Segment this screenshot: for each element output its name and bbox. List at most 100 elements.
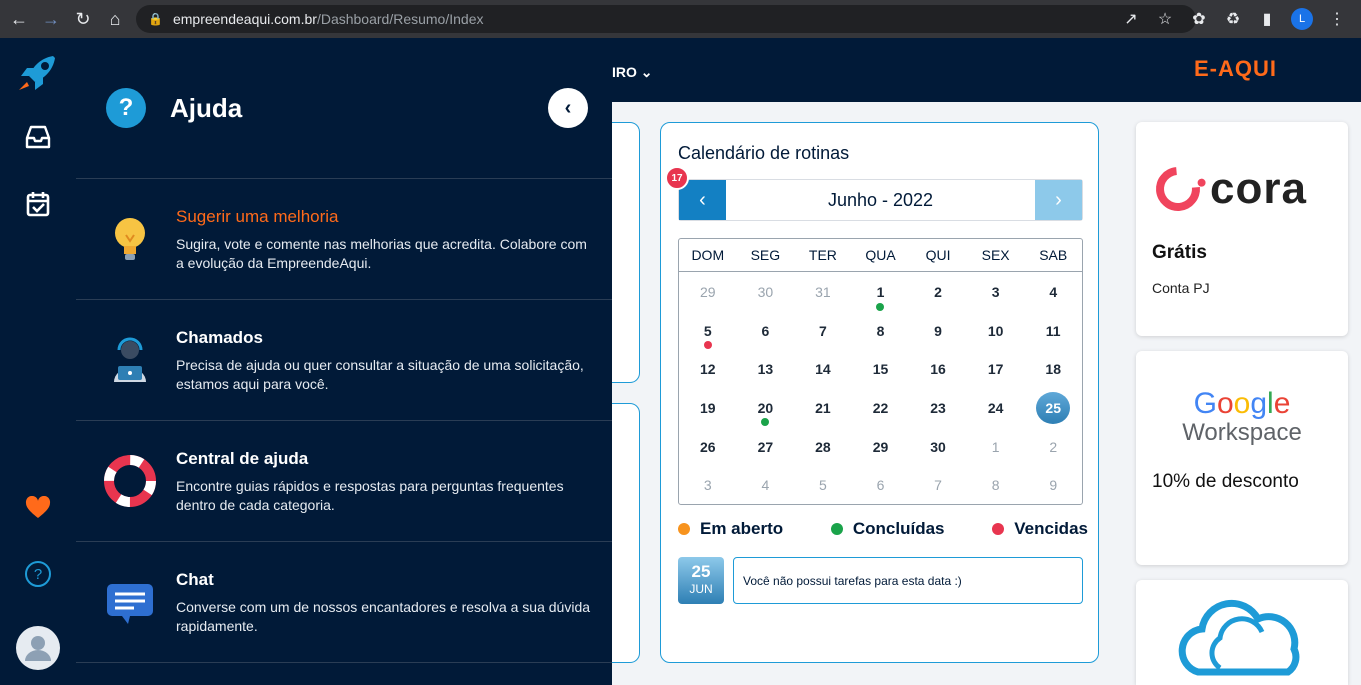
share-icon[interactable]: ↗: [1121, 9, 1141, 29]
calendar-day[interactable]: 29: [679, 273, 737, 312]
calendar-day[interactable]: 31: [794, 273, 852, 312]
calendar-day[interactable]: 22: [852, 389, 910, 428]
task-status-dot: [876, 302, 885, 311]
reload-icon[interactable]: ↻: [70, 6, 96, 32]
calendar-day[interactable]: 13: [737, 350, 795, 389]
calendar-day[interactable]: 28: [794, 427, 852, 466]
header-menu-item[interactable]: IRO ⌄: [612, 64, 653, 81]
calendar-day[interactable]: 7: [794, 312, 852, 351]
next-month-button[interactable]: ›: [1035, 180, 1082, 220]
brand-logo[interactable]: E-AQUI: [1194, 56, 1277, 82]
avatar[interactable]: [0, 626, 76, 670]
profile-avatar[interactable]: L: [1291, 8, 1313, 30]
calendar-day[interactable]: 5: [794, 466, 852, 505]
weekday-label: QUA: [865, 247, 896, 263]
calendar-day[interactable]: 14: [794, 350, 852, 389]
forward-icon[interactable]: →: [38, 6, 64, 32]
help-item-tickets[interactable]: Chamados Precisa de ajuda ou quer consul…: [76, 300, 612, 421]
calendar-day[interactable]: 29: [852, 427, 910, 466]
day-number: 30: [930, 438, 946, 455]
promo-card-cloud[interactable]: [1136, 580, 1348, 685]
calendar-day[interactable]: 1: [852, 273, 910, 312]
day-number: 6: [761, 322, 770, 339]
weekday-header: DOM SEG TER QUA QUI SEX SAB: [679, 239, 1082, 272]
day-number: 18: [1045, 361, 1061, 378]
calendar-day[interactable]: 17: [967, 350, 1025, 389]
address-bar[interactable]: 🔒 empreendeaqui.com.br /Dashboard/Resumo…: [136, 5, 1196, 33]
calendar-check-icon[interactable]: [0, 190, 76, 218]
puzzle-icon[interactable]: ♻: [1223, 9, 1243, 29]
day-number: 12: [699, 361, 716, 378]
calendar-day[interactable]: 3: [679, 466, 737, 505]
heart-icon[interactable]: [0, 496, 76, 520]
help-item-suggest[interactable]: Sugerir uma melhoria Sugira, vote e come…: [76, 179, 612, 300]
inbox-icon[interactable]: [0, 124, 76, 150]
calendar-day[interactable]: 8: [852, 312, 910, 351]
cora-logo-text: cora: [1210, 164, 1307, 213]
calendar-day[interactable]: 20: [737, 389, 795, 428]
extension-color-icon[interactable]: ✿: [1189, 9, 1209, 29]
day-number: 23: [930, 400, 946, 417]
calendar-day[interactable]: 9: [1024, 466, 1082, 505]
calendar-day[interactable]: 23: [909, 389, 967, 428]
close-drawer-button[interactable]: ‹: [548, 88, 588, 128]
calendar-day[interactable]: 27: [737, 427, 795, 466]
calendar-day[interactable]: 11: [1024, 312, 1082, 351]
promo-title: 10% de desconto: [1152, 471, 1299, 492]
more-icon[interactable]: ⋮: [1327, 9, 1347, 29]
calendar-day[interactable]: 5: [679, 312, 737, 351]
home-icon[interactable]: ⌂: [102, 6, 128, 32]
calendar-day[interactable]: 26: [679, 427, 737, 466]
calendar-day[interactable]: 24: [967, 389, 1025, 428]
calendar-day[interactable]: 3: [967, 273, 1025, 312]
chevron-left-icon: ‹: [564, 96, 572, 119]
calendar-day[interactable]: 6: [852, 466, 910, 505]
help-circle-icon[interactable]: ?: [0, 560, 76, 588]
calendar-day[interactable]: 15: [852, 350, 910, 389]
day-number: 11: [1045, 322, 1061, 339]
cloud-sync-icon: [1178, 599, 1300, 676]
back-icon[interactable]: ←: [6, 6, 32, 32]
calendar-day[interactable]: 4: [1024, 273, 1082, 312]
calendar-day[interactable]: 19: [679, 389, 737, 428]
help-item-description: Precisa de ajuda ou quer consultar a sit…: [176, 357, 584, 392]
support-agent-icon: [114, 337, 146, 382]
calendar-day[interactable]: 12: [679, 350, 737, 389]
calendar-day-today[interactable]: 25: [1024, 389, 1082, 428]
star-icon[interactable]: ☆: [1155, 9, 1175, 29]
calendar-day[interactable]: 4: [737, 466, 795, 505]
promo-card-google[interactable]: Google Workspace 10% de desconto: [1136, 351, 1348, 565]
calendar-day[interactable]: 2: [909, 273, 967, 312]
help-item-help-center[interactable]: Central de ajuda Encontre guias rápidos …: [76, 421, 612, 542]
day-number: 26: [699, 438, 716, 455]
svg-text:?: ?: [34, 566, 42, 583]
calendar-day[interactable]: 18: [1024, 350, 1082, 389]
calendar-day[interactable]: 10: [967, 312, 1025, 351]
calendar-day[interactable]: 6: [737, 312, 795, 351]
day-number: 13: [757, 361, 774, 378]
calendar-day[interactable]: 16: [909, 350, 967, 389]
calendar-month-nav: ‹ Junho - 2022 ›: [678, 179, 1083, 221]
day-number: 27: [757, 438, 774, 455]
google-logo: Google: [1193, 387, 1291, 420]
cora-ring-icon: [1147, 158, 1209, 220]
help-item-chat[interactable]: Chat Converse com um de nossos encantado…: [76, 542, 612, 663]
calendar-day[interactable]: 8: [967, 466, 1025, 505]
legend-label: Concluídas: [852, 519, 945, 538]
calendar-day[interactable]: 2: [1024, 427, 1082, 466]
day-number: 29: [872, 438, 889, 455]
url-path: /Dashboard/Resumo/Index: [316, 11, 484, 27]
calendar-day[interactable]: 7: [909, 466, 967, 505]
prev-month-button[interactable]: ‹: [679, 180, 726, 220]
calendar-day[interactable]: 1: [967, 427, 1025, 466]
calendar-day[interactable]: 21: [794, 389, 852, 428]
day-number: 28: [815, 438, 831, 455]
calendar-day[interactable]: 9: [909, 312, 967, 351]
sidepanel-icon[interactable]: ▮: [1257, 9, 1277, 29]
rocket-icon[interactable]: [0, 54, 76, 94]
promo-card-cora[interactable]: cora Grátis Conta PJ: [1136, 122, 1348, 336]
calendar-day[interactable]: 30: [737, 273, 795, 312]
day-number: 4: [1049, 284, 1058, 301]
day-number: 7: [819, 322, 827, 339]
calendar-day[interactable]: 30: [909, 427, 967, 466]
